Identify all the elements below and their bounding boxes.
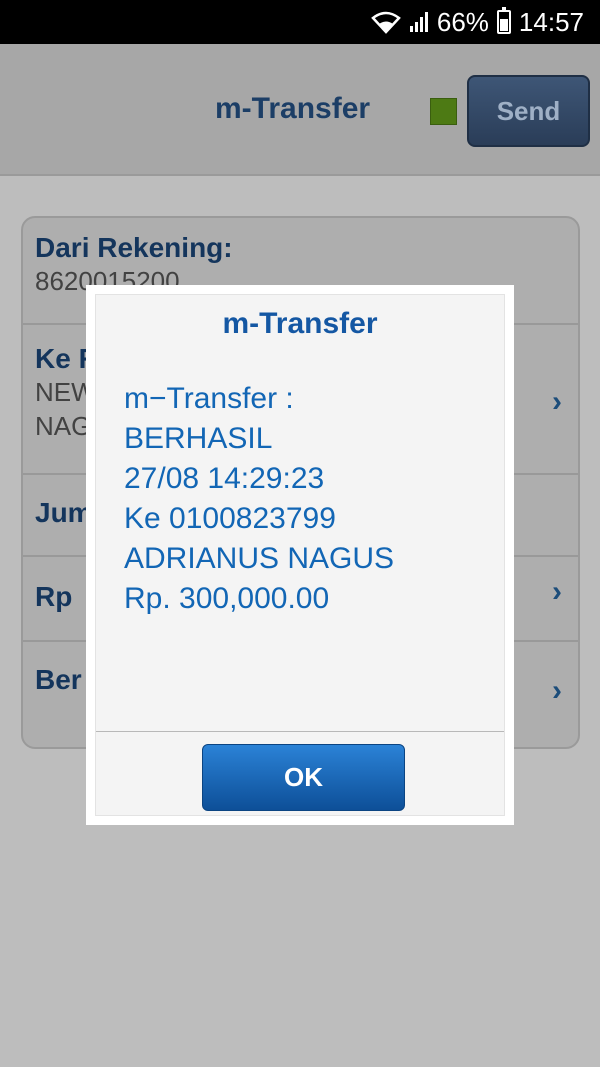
clock: 14:57 [518,6,584,37]
signal-icon [409,11,429,33]
message-line: ADRIANUS NAGUS [124,542,395,575]
send-button[interactable]: Send [467,75,590,147]
result-dialog: m-Transfer m−Transfer : BERHASIL 27/08 1… [86,285,514,825]
page-title: m-Transfer [215,92,371,125]
from-account-label: Dari Rekening: [35,232,233,263]
dialog-message: m−Transfer : BERHASIL 27/08 14:29:23 Ke … [124,379,394,619]
dialog-body: m-Transfer m−Transfer : BERHASIL 27/08 1… [95,294,505,816]
wifi-icon [371,10,401,34]
message-line: Rp. 300,000.00 [124,582,330,615]
message-line: m−Transfer : [124,382,294,415]
chevron-right-icon: › [552,385,562,418]
message-line: 27/08 14:29:23 [124,462,325,495]
battery-percent: 66% [436,6,489,37]
ok-button[interactable]: OK [202,744,405,811]
chevron-right-icon: › [552,575,562,608]
message-line: BERHASIL [124,422,273,455]
divider [96,731,504,732]
status-indicator [430,98,457,125]
message-line: Ke 0100823799 [124,502,336,535]
dialog-title: m-Transfer [222,307,378,340]
chevron-right-icon: › [552,674,562,707]
status-bar: 66% 14:57 [0,0,600,44]
top-bar: m-Transfer Send [0,44,600,176]
battery-icon [496,7,511,34]
